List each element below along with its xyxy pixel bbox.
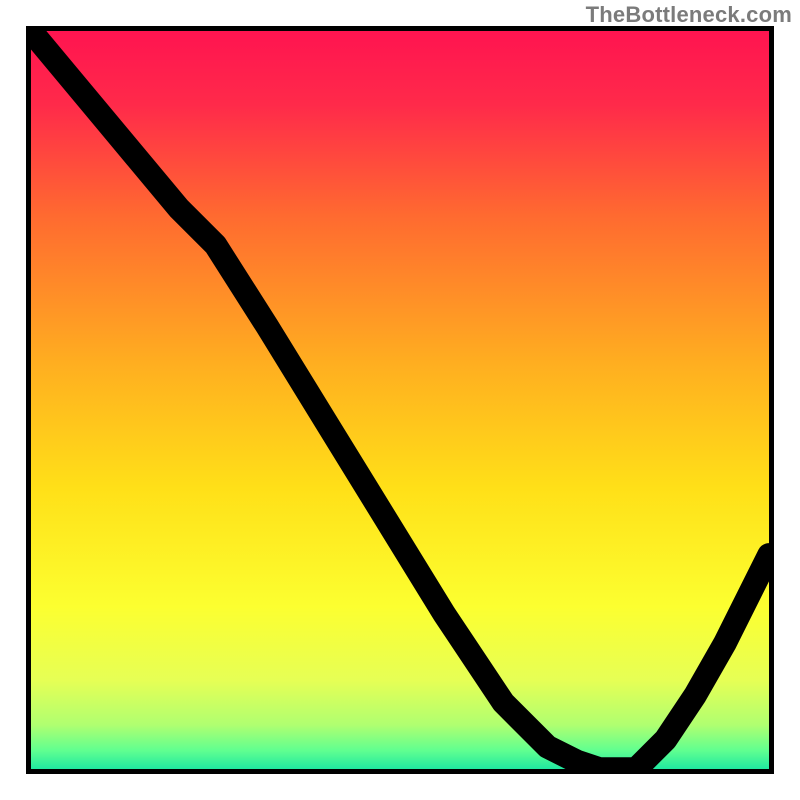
watermark-text: TheBottleneck.com [586,2,792,28]
chart-container: TheBottleneck.com [0,0,800,800]
background-gradient [31,31,769,769]
plot-svg [31,31,769,769]
plot-area [26,26,774,774]
